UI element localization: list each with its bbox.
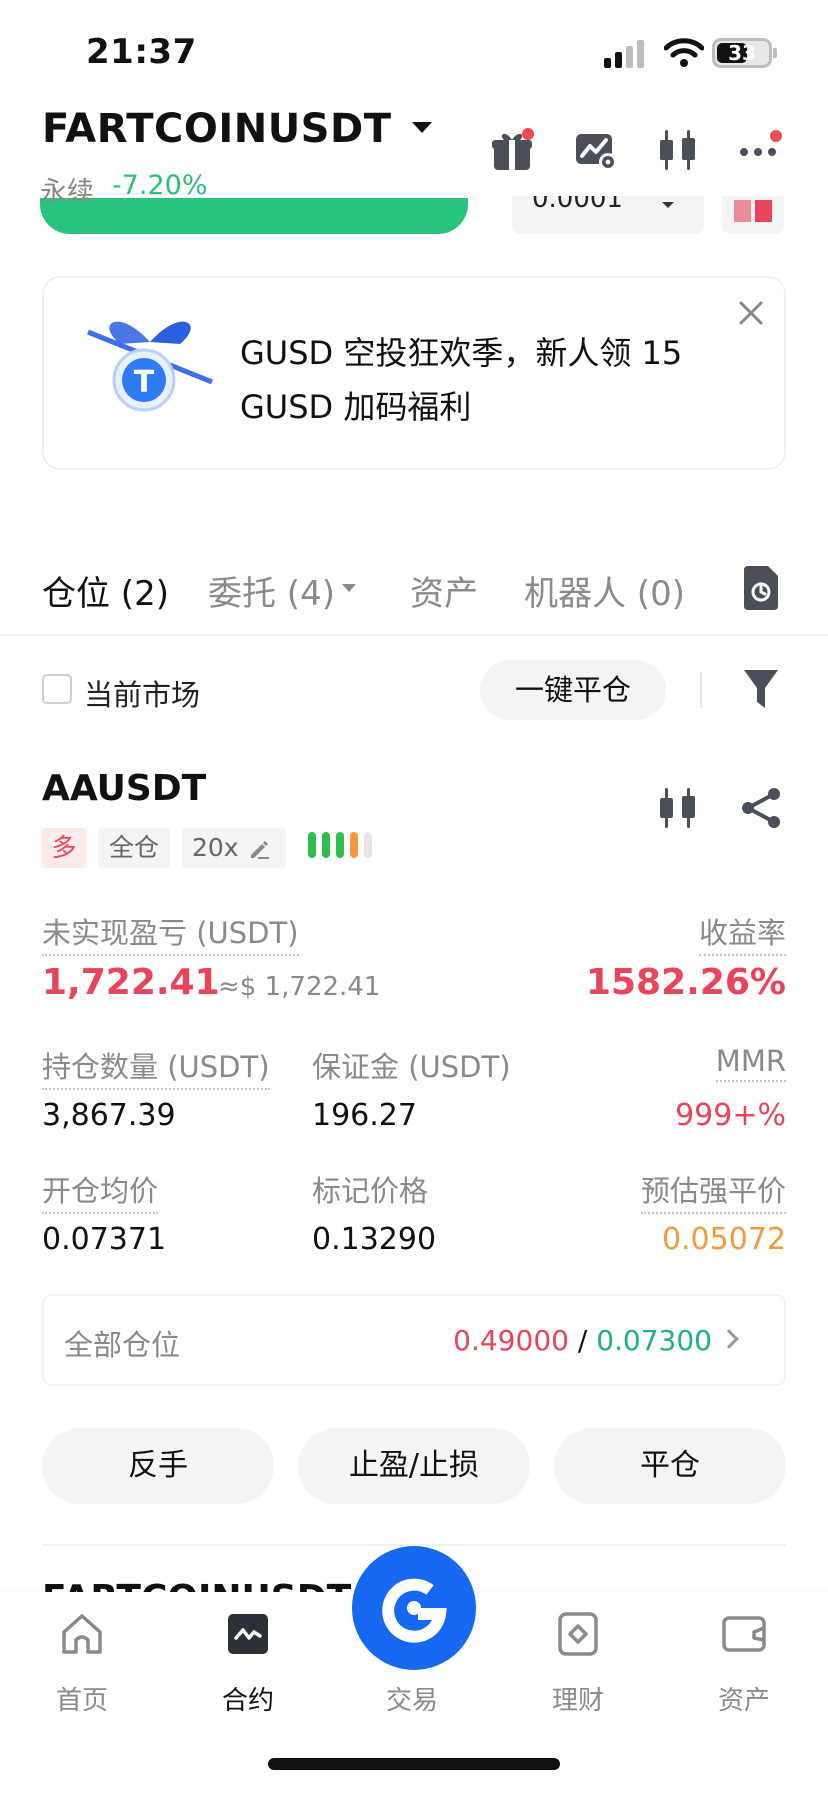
position-chart-icon[interactable]	[656, 786, 700, 830]
leverage-tag[interactable]: 20x	[182, 828, 286, 868]
mmr-label[interactable]: MMR	[715, 1044, 786, 1082]
mmr-value: 999+%	[675, 1098, 786, 1133]
filter-separator	[700, 672, 702, 708]
wallet-icon	[722, 1616, 766, 1652]
risk-bar	[364, 832, 372, 858]
tab-positions[interactable]: 仓位 (2)	[42, 566, 169, 615]
tpsl-separator: /	[577, 1324, 588, 1357]
nav-home[interactable]: 首页	[22, 1610, 142, 1717]
tpsl-button[interactable]: 止盈/止损	[298, 1428, 530, 1504]
take-profit-price: 0.49000	[453, 1324, 569, 1357]
earn-icon	[558, 1612, 598, 1656]
nav-trade-label: 交易	[385, 1686, 438, 1716]
margin-value: 196.27	[312, 1098, 417, 1133]
gusd-gift-coin-icon: T	[87, 321, 213, 412]
home-indicator	[268, 1758, 560, 1770]
close-all-button[interactable]: 一键平仓	[480, 660, 666, 720]
mark-price-value: 0.13290	[312, 1222, 437, 1257]
close-icon[interactable]	[736, 298, 766, 328]
futures-icon	[228, 1614, 268, 1654]
unrealized-pnl-label[interactable]: 未实现盈亏 (USDT)	[42, 910, 299, 956]
liq-price-value: 0.05072	[661, 1222, 786, 1257]
cellular-signal-icon	[604, 40, 644, 68]
gift-notification-dot	[522, 128, 534, 140]
unrealized-pnl-value: 1,722.41	[42, 962, 220, 1003]
price-change: -7.20%	[112, 170, 208, 201]
svg-text:T: T	[134, 365, 155, 400]
reverse-button[interactable]: 反手	[42, 1428, 274, 1504]
contract-type: 永续	[40, 177, 94, 208]
risk-bar	[308, 832, 316, 858]
current-market-checkbox[interactable]	[42, 674, 72, 704]
tab-assets[interactable]: 资产	[410, 566, 478, 615]
roe-value: 1582.26%	[585, 962, 786, 1003]
tpsl-row[interactable]: 全部仓位 0.49000 / 0.07300	[42, 1294, 786, 1386]
filter-icon[interactable]	[742, 668, 780, 710]
history-document-icon[interactable]	[740, 566, 780, 610]
home-icon	[62, 1614, 102, 1654]
promo-banner[interactable]: T GUSD 空投狂欢季，新人领 15 GUSD 加码福利	[42, 276, 786, 470]
nav-assets[interactable]: 资产	[684, 1610, 804, 1717]
liq-price-label[interactable]: 预估强平价	[640, 1168, 786, 1214]
pair-title[interactable]: FARTCOINUSDT	[42, 106, 391, 152]
risk-bar	[336, 832, 344, 858]
banner-text: GUSD 空投狂欢季，新人领 15 GUSD 加码福利	[240, 334, 683, 426]
battery-tip	[773, 48, 777, 58]
buy-button-partial[interactable]	[40, 198, 468, 234]
nav-earn[interactable]: 理财	[518, 1610, 638, 1717]
roe-label[interactable]: 收益率	[698, 910, 786, 956]
pair-dropdown-icon[interactable]	[412, 122, 432, 133]
close-position-button[interactable]: 平仓	[554, 1428, 786, 1504]
nav-assets-label: 资产	[717, 1686, 770, 1716]
more-notification-dot	[770, 130, 782, 142]
trade-fab-button[interactable]	[352, 1546, 476, 1670]
chevron-down-icon	[662, 202, 674, 208]
unrealized-pnl-usd: ≈$ 1,722.41	[218, 972, 381, 1002]
risk-bar	[350, 832, 358, 858]
edit-icon[interactable]	[248, 838, 270, 860]
chart-settings-icon[interactable]	[574, 128, 618, 172]
tabs-divider	[0, 634, 828, 636]
candlestick-icon[interactable]	[656, 128, 700, 172]
tab-bots[interactable]: 机器人 (0)	[524, 566, 685, 615]
tpsl-scope-label: 全部仓位	[64, 1328, 181, 1362]
battery-icon: 33	[712, 38, 772, 68]
battery-level: 33	[728, 41, 756, 65]
trade-icon	[382, 1578, 447, 1643]
position-size-label[interactable]: 持仓数量 (USDT)	[42, 1044, 270, 1090]
leverage-value: 20x	[192, 833, 239, 862]
risk-bar	[322, 832, 330, 858]
orderbook-layout-button[interactable]	[722, 196, 784, 234]
orderbook-layout-icon	[734, 200, 772, 222]
margin-label: 保证金 (USDT)	[312, 1050, 511, 1084]
nav-home-label: 首页	[55, 1686, 108, 1716]
tpsl-values: 0.49000 / 0.07300	[453, 1324, 712, 1357]
position-symbol[interactable]: AAUSDT	[42, 768, 206, 809]
tab-orders[interactable]: 委托 (4)	[208, 566, 335, 615]
chevron-right-icon	[719, 1329, 739, 1349]
status-time: 21:37	[86, 32, 197, 72]
nav-earn-label: 理财	[551, 1686, 604, 1716]
margin-mode-tag[interactable]: 全仓	[98, 828, 170, 868]
share-icon[interactable]	[740, 786, 784, 830]
side-tag: 多	[42, 828, 86, 868]
nav-futures[interactable]: 合约	[188, 1610, 308, 1717]
wifi-icon	[664, 38, 704, 67]
position-size-value: 3,867.39	[42, 1098, 176, 1133]
price-step-value: 0.0001	[532, 196, 623, 214]
stop-loss-price: 0.07300	[596, 1324, 712, 1357]
price-step-select[interactable]: 0.0001	[512, 196, 704, 234]
entry-price-label[interactable]: 开仓均价	[42, 1168, 159, 1214]
tab-orders-chevron-icon[interactable]	[342, 584, 356, 592]
current-market-label[interactable]: 当前市场	[84, 672, 200, 714]
nav-futures-label: 合约	[221, 1686, 274, 1716]
entry-price-value: 0.07371	[42, 1222, 167, 1257]
mark-price-label: 标记价格	[312, 1174, 429, 1208]
